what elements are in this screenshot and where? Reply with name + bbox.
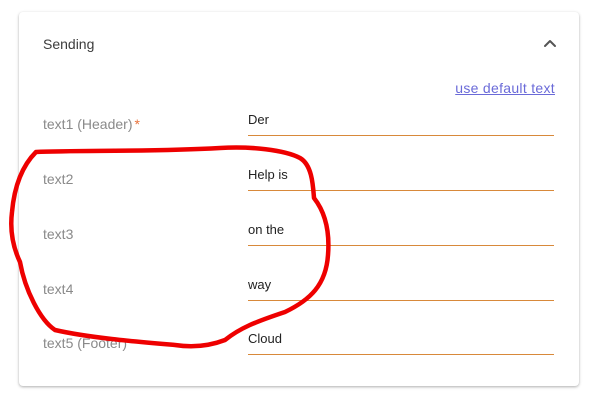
field-label-text1: text1 (Header) * <box>43 116 140 132</box>
text2-value: Help is <box>248 167 288 182</box>
text5-input[interactable]: Cloud <box>248 328 554 355</box>
chevron-up-icon <box>544 40 556 47</box>
required-marker: * <box>134 116 140 132</box>
section-title: Sending <box>43 36 95 52</box>
text4-value: way <box>248 277 272 292</box>
field-label-text3: text3 <box>43 226 74 242</box>
text4-input[interactable]: way <box>248 274 554 301</box>
text3-value: on the <box>248 222 285 237</box>
field-label-text1-text: text1 (Header) <box>43 116 133 132</box>
field-label-text2: text2 <box>43 171 74 187</box>
use-default-text-link[interactable]: use default text <box>455 80 555 96</box>
field-label-text5: text5 (Footer) <box>43 335 128 351</box>
field-label-text4: text4 <box>43 281 74 297</box>
sending-card: Sending use default text text1 (Header) *… <box>19 12 579 386</box>
text1-value: Der <box>248 112 269 127</box>
text1-input[interactable]: Der <box>248 109 554 136</box>
collapse-button[interactable] <box>540 34 560 54</box>
text2-input[interactable]: Help is <box>248 164 554 191</box>
text5-value: Cloud <box>248 331 282 346</box>
text3-input[interactable]: on the <box>248 219 554 246</box>
